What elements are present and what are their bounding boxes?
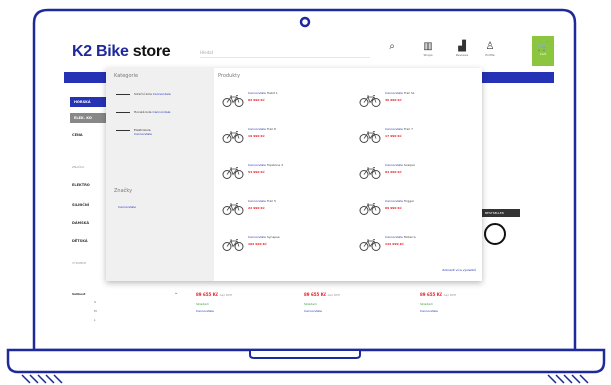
brands-heading: Značky [114,188,133,194]
laptop-stage: K2 Bike store Hledat ⌕ ▥ Shops ▟ Reviews ♙… [0,0,611,385]
card-stock: Skladem [196,302,209,306]
card-price: 89 655 Kč bez DPH [196,292,233,297]
bike-icon [222,92,244,107]
compare-icon[interactable]: ▥ Shops [416,41,440,57]
bike-icon [359,200,381,215]
reviews-label: Reviews [455,53,469,57]
screen: K2 Bike store Hledat ⌕ ▥ Shops ▟ Reviews ♙… [64,34,554,339]
product-name: Cannondale Trigger [385,199,415,203]
size-filter-heading: Velikost [72,292,86,296]
card-price: 89 655 Kč bez DPH [420,292,457,297]
categories-heading: Kategorie [114,73,139,79]
show-all-results-link[interactable]: Zobrazit více výsledků [442,268,476,272]
card-stock: Skladem [420,302,433,306]
category-suggestion[interactable]: Horská kola Cannondale [116,110,210,114]
filter-label[interactable]: DÁMSKÁ [72,221,89,225]
product-name: Cannondale Trail 7 [385,127,413,131]
product-name: Cannondale Moterra [385,235,416,239]
product-price: 82 990 Kč [248,98,265,102]
user-label: Profile [485,53,495,57]
product-price: 19 990 Kč [248,134,265,138]
bike-icon [359,236,381,251]
product-suggestion[interactable]: Cannondale Habit 1 82 990 Kč [222,90,342,108]
product-price: 122 990 Kč [385,242,404,246]
product-name: Cannondale Topstone 2 [248,163,284,167]
bike-icon [359,128,381,143]
bike-icon [222,236,244,251]
size-filter: Velikost ⌄ S M L [64,286,184,339]
products-heading: Produkty [218,73,241,79]
product-suggestion[interactable]: Cannondale Trail 5 22 990 Kč [222,198,342,216]
logo-store: store [132,43,171,60]
category-thumb [116,94,130,95]
product-price: 54 990 Kč [248,170,265,174]
suggestions-categories-panel: Kategorie Silniční kola Cannondale Horsk… [106,68,214,281]
manufacturer-label: VÝROBCE [72,261,87,265]
product-card[interactable]: 89 655 Kč bez DPH Skladem Cannondale [196,292,276,313]
bestseller-tag: BESTSELLER [482,209,520,217]
logo-k2: K2 [72,43,92,60]
size-option[interactable]: S [94,300,96,304]
carousel-next-button[interactable] [484,223,506,245]
filter-label[interactable]: ELEKTRO [72,183,90,187]
bike-icon [222,200,244,215]
card-link[interactable]: Cannondale [304,309,384,313]
cart-icon: 🛒 [537,42,549,52]
size-option[interactable]: M [94,309,97,313]
filter-label[interactable]: DĚTSKÁ [72,239,88,243]
product-suggestion[interactable]: Cannondale Topstone 2 54 990 Kč [222,162,342,180]
size-option[interactable]: L [94,318,96,322]
category-suggestion[interactable]: Elektrokola Cannondale [116,128,210,136]
product-suggestion[interactable]: Cannondale Trail SL 36 990 Kč [359,90,479,108]
filter-label[interactable]: SILNIČNÍ [72,203,89,207]
search-suggestions-dropdown: Kategorie Silniční kola Cannondale Horsk… [106,68,482,281]
product-suggestion[interactable]: Cannondale Synapse 102 990 Kč [222,234,342,252]
bike-icon [222,128,244,143]
product-name: Cannondale Trail 6 [248,127,276,131]
bike-icon [359,164,381,179]
reviews-icon[interactable]: ▟ Reviews [450,41,474,57]
category-thumb [116,130,130,131]
filter-label: ZNAČKA [72,165,85,169]
card-link[interactable]: Cannondale [420,309,500,313]
card-stock: Skladem [304,302,317,306]
product-suggestion[interactable]: Cannondale Trigger 89 990 Kč [359,198,479,216]
product-card[interactable]: 89 655 Kč bez DPH Skladem Cannondale [304,292,384,313]
product-suggestion[interactable]: Cannondale Trail 7 17 990 Kč [359,126,479,144]
product-name: Cannondale Habit 1 [248,91,278,95]
product-price: 84 990 Kč [385,170,402,174]
product-card[interactable]: 89 655 Kč bez DPH Skladem Cannondale [420,292,500,313]
brand-suggestion[interactable]: Cannondale [118,205,136,209]
product-name: Cannondale Trail 5 [248,199,276,203]
product-suggestion[interactable]: Cannondale Scalpel 84 990 Kč [359,162,479,180]
site-logo[interactable]: K2 Bike store [72,43,171,61]
product-price: 102 990 Kč [248,242,267,246]
product-suggestion[interactable]: Cannondale Moterra 122 990 Kč [359,234,479,252]
card-price: 89 655 Kč bez DPH [304,292,341,297]
logo-bike: Bike [96,43,129,60]
compare-label: Shops [423,53,433,57]
product-name: Cannondale Synapse [248,235,280,239]
cart-button[interactable]: 🛒 Cart [532,36,554,66]
product-price: 36 990 Kč [385,98,402,102]
search-input[interactable]: Hledat [200,48,370,58]
product-price: 89 990 Kč [385,206,402,210]
site-header: K2 Bike store Hledat ⌕ ▥ Shops ▟ Reviews ♙… [64,34,554,72]
suggestions-products-panel: Produkty Cannondale Habit 1 82 990 Kč Cann… [214,68,482,281]
product-price: 17 990 Kč [385,134,402,138]
cart-label: Cart [539,52,547,56]
price-filter-label: CENA [72,133,83,137]
product-name: Cannondale Trail SL [385,91,415,95]
product-suggestion[interactable]: Cannondale Trail 6 19 990 Kč [222,126,342,144]
user-icon[interactable]: ♙ Profile [478,41,502,57]
bike-icon [359,92,381,107]
product-price: 22 990 Kč [248,206,265,210]
chevron-down-icon[interactable]: ⌄ [174,290,178,296]
bike-icon [222,164,244,179]
category-suggestion[interactable]: Silniční kola Cannondale [116,92,210,96]
card-link[interactable]: Cannondale [196,309,276,313]
product-name: Cannondale Scalpel [385,163,415,167]
search-icon[interactable]: ⌕ [380,41,404,52]
category-thumb [116,112,130,113]
